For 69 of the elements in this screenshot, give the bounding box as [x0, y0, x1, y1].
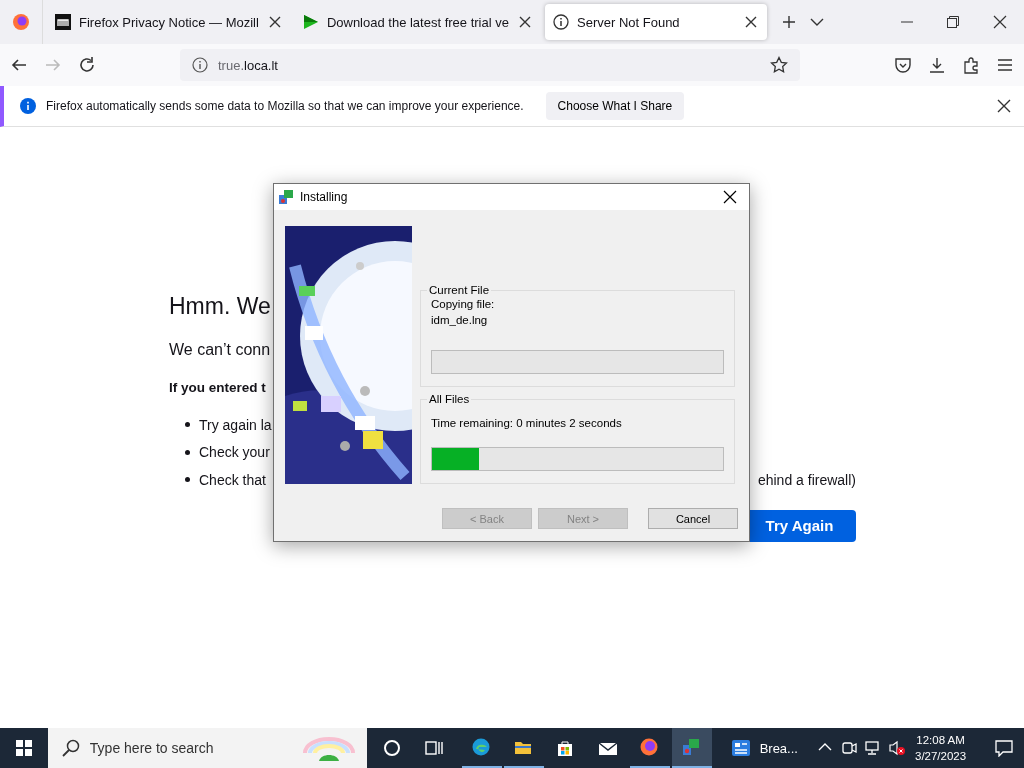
search-placeholder: Type here to search	[89, 740, 215, 756]
browser-tab[interactable]: Server Not Found	[545, 4, 767, 40]
plus-icon	[781, 14, 797, 30]
speaker-muted-icon	[888, 739, 907, 757]
new-tab-button[interactable]	[781, 14, 797, 30]
url-text: true.loca.lt	[218, 57, 279, 73]
status-text: Copying file:	[431, 298, 496, 310]
installer-icon	[681, 738, 702, 756]
menu-button[interactable]	[996, 56, 1014, 74]
close-button[interactable]	[996, 98, 1012, 114]
restore-icon	[947, 16, 959, 28]
taskbar-search-field[interactable]: Type here to search	[47, 728, 367, 768]
star-icon[interactable]	[770, 56, 788, 74]
triangle-icon	[302, 14, 319, 30]
suggestion-text: Check that	[199, 471, 266, 488]
file-name: idm_de.lng	[431, 314, 489, 326]
chat-bubble-icon	[995, 739, 1014, 757]
notification-message: Firefox automatically sends some data to Mozilla so that we can improve your experience.	[46, 99, 524, 113]
suggestion-text: Check your	[199, 444, 270, 461]
browser-tab[interactable]: Download the latest free trial ve	[294, 4, 541, 40]
windows-logo-icon	[15, 740, 32, 756]
installer-icon	[278, 189, 294, 205]
close-icon	[993, 15, 1007, 29]
info-icon	[553, 14, 569, 30]
info-icon	[20, 98, 36, 114]
rainbow-icon	[300, 735, 357, 761]
widget-icon	[731, 740, 750, 756]
reload-button[interactable]	[78, 56, 96, 74]
dialog-title: Installing	[300, 190, 349, 204]
address-bar[interactable]: true.loca.lt	[180, 49, 800, 81]
menu-icon	[996, 56, 1014, 74]
suggestion-text: Try again la	[199, 416, 272, 433]
puzzle-icon	[962, 56, 980, 74]
circle-icon	[382, 739, 403, 757]
error-heading: Hmm. We	[169, 292, 271, 321]
firefox-icon[interactable]	[12, 13, 30, 31]
close-icon	[996, 98, 1012, 114]
search-icon	[61, 739, 80, 757]
info-icon	[192, 57, 208, 73]
reload-icon	[78, 56, 96, 74]
close-icon[interactable]	[517, 14, 533, 30]
pocket-icon	[894, 56, 912, 74]
choose-button[interactable]: Choose What I Share	[545, 92, 685, 120]
taskbar-window-button[interactable]: Brea...	[723, 728, 814, 768]
extensions-button[interactable]	[962, 56, 980, 74]
clock-date: 3/27/2023	[915, 749, 967, 764]
close-icon	[723, 190, 737, 204]
downloads-button[interactable]	[928, 56, 946, 74]
close-button[interactable]	[993, 15, 1007, 29]
task-view-icon	[424, 739, 445, 757]
camera-icon	[840, 739, 859, 757]
suggestion-text: ehind a firewall)	[757, 471, 856, 488]
close-icon[interactable]	[743, 14, 759, 30]
bullet-icon	[185, 422, 190, 428]
group-label: Current File	[428, 284, 491, 296]
firefox-icon	[639, 738, 660, 756]
bullet-icon	[185, 449, 190, 455]
error-message: We can’t conn	[169, 340, 271, 360]
group-label: All Files	[428, 393, 471, 405]
taskbar-app-button[interactable]	[671, 728, 712, 768]
cancel-button[interactable]: Cancel	[648, 508, 738, 529]
download-icon	[928, 56, 946, 74]
time-remaining: Time remaining: 0 minutes 2 seconds	[431, 417, 623, 429]
advice-text: If you entered t	[169, 379, 266, 397]
pocket-button[interactable]	[894, 56, 912, 74]
browser-tab[interactable]: Firefox Privacy Notice — Mozill	[47, 4, 291, 40]
restore-button[interactable]	[947, 16, 959, 28]
clock-time: 12:08 AM	[916, 733, 965, 748]
bullet-icon	[185, 477, 190, 483]
